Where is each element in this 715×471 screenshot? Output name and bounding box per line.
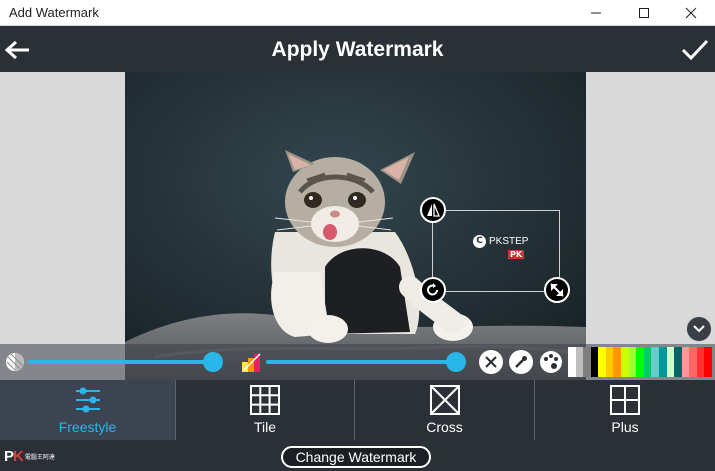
page-title: Apply Watermark [271,38,444,61]
clear-color-button[interactable] [479,350,503,374]
resize-handle[interactable] [544,277,570,303]
color-swatch[interactable] [598,347,606,377]
plus-box-icon [610,385,640,415]
color-swatch[interactable] [658,347,667,377]
color-swatch[interactable] [613,347,622,377]
layout-tabs: Freestyle Tile Cross Plus [0,380,715,440]
flip-handle[interactable] [420,197,446,223]
watermark-logo: C PKSTEP [473,235,528,248]
checkmark-icon [681,39,709,61]
watermark-badge: PK [508,250,525,259]
color-size-icon [240,350,264,374]
color-palette[interactable] [568,347,712,377]
color-swatch[interactable] [575,347,584,377]
tab-freestyle[interactable]: Freestyle [0,380,176,440]
color-swatch[interactable] [590,347,599,377]
color-swatch[interactable] [568,347,576,377]
opacity-icon [4,351,26,373]
tab-plus[interactable]: Plus [535,380,715,440]
minimize-icon [591,12,601,13]
tab-tile[interactable]: Tile [176,380,355,440]
window-titlebar: Add Watermark [0,0,715,26]
close-window-button[interactable] [667,0,715,25]
color-swatch[interactable] [636,347,644,377]
flip-icon [427,203,440,217]
color-swatch[interactable] [666,347,675,377]
cross-box-icon [429,385,460,415]
color-swatch[interactable] [674,347,682,377]
logo-p: P [4,448,14,465]
tab-tile-label: Tile [253,419,277,435]
maximize-icon [639,7,649,18]
color-swatch[interactable] [643,347,652,377]
bottom-bar: Change Watermark [0,440,715,471]
logo-k: K [13,448,24,465]
collapse-panel-button[interactable] [686,316,712,342]
close-icon [685,7,697,18]
brand-logo: PK 電腦王阿達 [4,448,55,465]
size-slider-track[interactable] [266,360,456,364]
rotate-icon [427,283,438,296]
eyedropper-icon [515,356,527,368]
confirm-button[interactable] [679,35,711,65]
watermark-c-icon: C [473,235,486,248]
rotate-handle[interactable] [420,277,446,303]
color-swatch[interactable] [681,347,690,377]
tab-cross[interactable]: Cross [355,380,535,440]
color-swatch[interactable] [583,347,591,377]
close-icon [485,356,497,368]
app-header: Apply Watermark [0,26,715,72]
logo-subtext: 電腦王阿達 [24,454,55,461]
minimize-button[interactable] [572,0,620,25]
opacity-slider-track[interactable] [28,360,222,364]
maximize-button[interactable] [620,0,668,25]
tab-cross-label: Cross [426,419,463,435]
palette-button[interactable] [539,350,563,374]
palette-icon [540,351,562,373]
color-swatch[interactable] [651,347,659,377]
change-watermark-button[interactable]: Change Watermark [281,446,431,468]
color-swatch[interactable] [621,347,629,377]
tab-freestyle-label: Freestyle [58,419,117,435]
color-swatch[interactable] [628,347,637,377]
tab-plus-label: Plus [611,419,639,435]
color-swatch[interactable] [704,347,712,377]
color-swatch[interactable] [605,347,614,377]
tile-grid-icon [250,385,280,415]
color-swatch[interactable] [696,347,705,377]
resize-icon [550,283,564,297]
watermark-text: PKSTEP [489,236,529,247]
watermark-selection-box[interactable]: C PKSTEP PK [432,210,560,292]
freestyle-sliders-icon [75,387,100,413]
window-title: Add Watermark [9,5,99,20]
eyedropper-button[interactable] [509,350,533,374]
color-swatch[interactable] [689,347,697,377]
size-slider-thumb[interactable] [446,352,466,372]
chevron-down-icon [693,325,705,333]
opacity-slider-thumb[interactable] [202,352,223,372]
